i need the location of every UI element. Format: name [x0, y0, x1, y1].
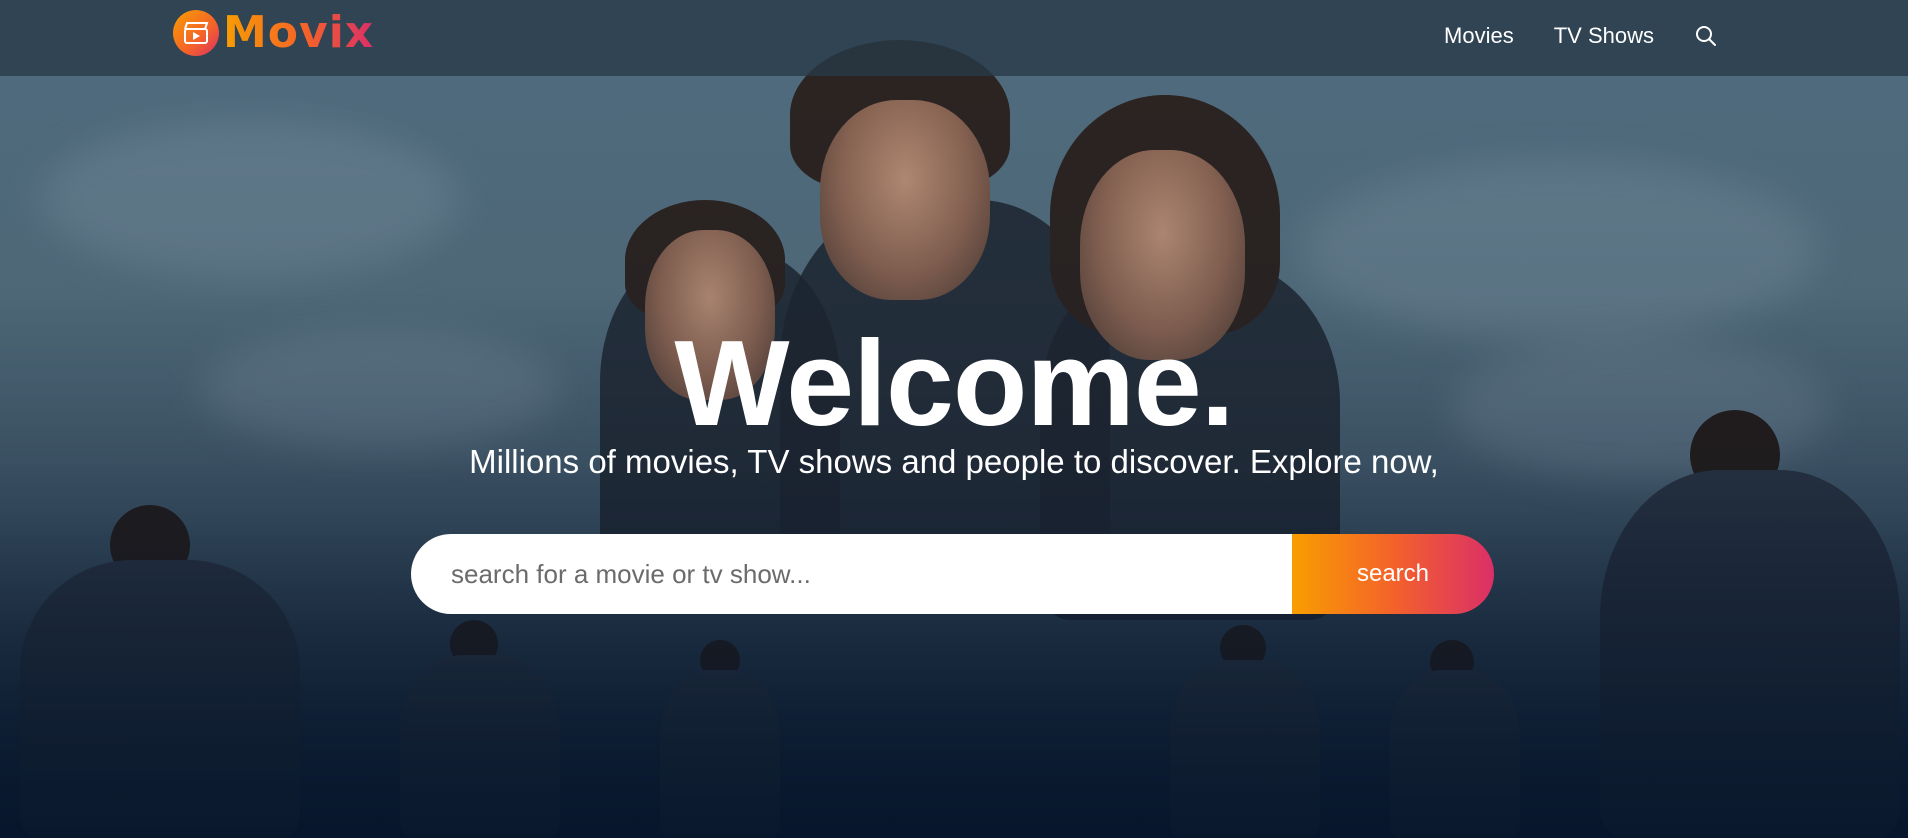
search-icon[interactable] — [1694, 24, 1718, 48]
main-nav: Movies TV Shows — [1444, 0, 1908, 72]
site-header: Movix Movies TV Shows — [0, 0, 1908, 76]
home-page: Movix Movies TV Shows Welcome. Millions … — [0, 0, 1908, 838]
nav-item-tv-shows[interactable]: TV Shows — [1554, 23, 1654, 49]
search-input[interactable] — [411, 534, 1292, 614]
brand-name: Movix — [223, 7, 375, 58]
search-button[interactable]: search — [1292, 534, 1494, 614]
hero-subtitle: Millions of movies, TV shows and people … — [469, 443, 1439, 480]
clapperboard-play-icon — [173, 10, 219, 56]
hero-search-bar: search — [411, 534, 1494, 614]
logo[interactable]: Movix — [173, 10, 374, 56]
nav-item-movies[interactable]: Movies — [1444, 23, 1514, 49]
hero-title: Welcome. — [674, 315, 1234, 451]
